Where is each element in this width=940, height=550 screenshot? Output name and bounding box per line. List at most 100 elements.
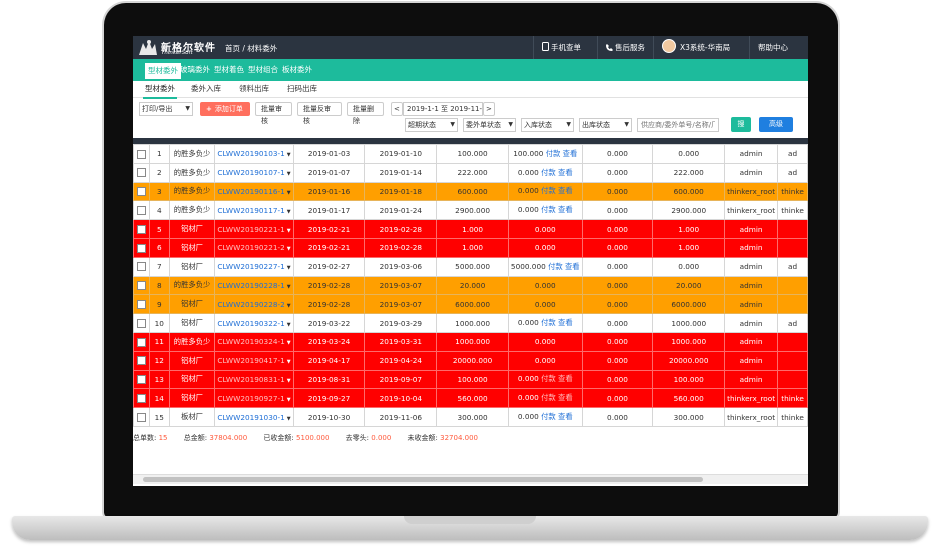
order-code-link[interactable]: CLWW20190228-2 [217,300,284,309]
row-checkbox[interactable] [136,300,146,310]
row-checkbox-cell[interactable] [133,369,150,390]
tab-outsource-list[interactable]: 型材委外 [143,81,177,99]
outsource-status-select[interactable]: 委外单状态 ▼ [463,118,516,132]
row-checkbox[interactable] [136,412,146,422]
pay-link[interactable]: 付款 [548,262,563,271]
batch-audit-button[interactable]: 批量审核 [255,102,292,125]
table-row[interactable]: 11 的胜多负少 CLWW20190324-1 ▼ 2019-03-24 2019-03-… [133,331,808,352]
caret-down-icon[interactable]: ▼ [287,359,291,365]
row-checkbox[interactable] [136,356,146,366]
horizontal-scrollbar[interactable] [133,474,808,484]
order-code-link[interactable]: CLWW20190221-1 [217,225,284,234]
caret-down-icon[interactable]: ▼ [287,152,291,158]
table-row[interactable]: 3 的胜多负少 CLWW20190116-1 ▼ 2019-01-16 2019-01-1… [133,181,808,202]
logo[interactable]: 新格尔软件 ThinkerSoft [135,37,219,58]
tab-material-stockout[interactable]: 领料出库 [237,81,271,97]
order-code-cell[interactable]: CLWW20190228-1 ▼ [214,275,294,296]
pay-link[interactable]: 付款 [546,149,561,158]
search-button[interactable]: 搜 [731,117,751,132]
caret-down-icon[interactable]: ▼ [287,190,291,196]
pay-link[interactable]: 付款 [541,412,556,421]
prev-range-button[interactable]: < [391,102,403,116]
table-row[interactable]: 1 的胜多负少 CLWW20190103-1 ▼ 2019-01-03 2019-01-1… [133,144,808,164]
order-code-cell[interactable]: CLWW20190228-2 ▼ [214,294,294,315]
pay-link[interactable]: 付款 [541,168,556,177]
row-checkbox[interactable] [136,375,146,385]
row-checkbox-cell[interactable] [133,407,150,427]
view-link[interactable]: 查看 [558,205,573,214]
caret-down-icon[interactable]: ▼ [287,303,291,309]
order-code-cell[interactable]: CLWW20190831-1 ▼ [214,369,294,390]
print-export-select[interactable]: 打印/导出 ▼ [139,102,193,116]
order-code-link[interactable]: CLWW20191030-1 [217,413,284,422]
row-checkbox-cell[interactable] [133,294,150,315]
row-checkbox-cell[interactable] [133,219,150,239]
row-checkbox-cell[interactable] [133,162,150,183]
tab-outsource-stockin[interactable]: 委外入库 [189,81,223,97]
advanced-search-button[interactable]: 高级 [759,117,793,132]
order-code-link[interactable]: CLWW20190103-1 [217,149,284,158]
table-row[interactable]: 12 铝材厂 CLWW20190417-1 ▼ 2019-04-17 2019-04-24… [133,350,808,371]
tab-scan-stockout[interactable]: 扫码出库 [285,81,319,97]
pay-link[interactable]: 付款 [541,186,556,195]
order-code-cell[interactable]: CLWW20190322-1 ▼ [214,313,294,333]
table-row[interactable]: 8 的胜多负少 CLWW20190228-1 ▼ 2019-02-28 2019-03-0… [133,275,808,296]
pay-link[interactable]: 付款 [541,374,556,383]
table-row[interactable]: 6 铝材厂 CLWW20190221-2 ▼ 2019-02-21 2019-02-28 1… [133,237,808,258]
tab-glass-outsource[interactable]: 玻璃委外 [177,59,213,81]
order-code-link[interactable]: CLWW20190324-1 [217,337,284,346]
caret-down-icon[interactable]: ▼ [287,265,291,271]
order-code-link[interactable]: CLWW20190116-1 [217,187,284,196]
row-checkbox-cell[interactable] [133,200,150,221]
row-checkbox-cell[interactable] [133,181,150,202]
table-row[interactable]: 7 铝材厂 CLWW20190227-1 ▼ 2019-02-27 2019-03-06 5… [133,256,808,277]
caret-down-icon[interactable]: ▼ [287,322,291,328]
view-link[interactable]: 查看 [558,186,573,195]
table-row[interactable]: 4 的胜多负少 CLWW20190117-1 ▼ 2019-01-17 2019-01-2… [133,200,808,221]
caret-down-icon[interactable]: ▼ [287,378,291,384]
pay-link[interactable]: 付款 [541,393,556,402]
tab-profile-combo[interactable]: 型材组合 [245,59,281,81]
order-code-cell[interactable]: CLWW20190221-1 ▼ [214,219,294,239]
order-code-cell[interactable]: CLWW20190221-2 ▼ [214,237,294,258]
order-code-link[interactable]: CLWW20190117-1 [217,206,284,215]
order-code-cell[interactable]: CLWW20190117-1 ▼ [214,200,294,221]
date-range-input[interactable]: 2019-1-1 至 2019-11-27 [403,102,483,116]
table-row[interactable]: 14 铝材厂 CLWW20190927-1 ▼ 2019-09-27 2019-10-04… [133,388,808,409]
order-code-cell[interactable]: CLWW20190107-1 ▼ [214,162,294,183]
stockout-status-select[interactable]: 出库状态 ▼ [579,118,632,132]
row-checkbox[interactable] [136,224,146,234]
tab-profile-outsource[interactable]: 型材委外 [145,63,181,81]
overdue-status-select[interactable]: 超期状态 ▼ [405,118,458,132]
row-checkbox[interactable] [136,149,146,159]
row-checkbox-cell[interactable] [133,388,150,409]
user-menu[interactable]: X3系统-华南局♥▼ [653,36,749,75]
batch-delete-button[interactable]: 批量删除 [347,102,384,125]
view-link[interactable]: 查看 [565,262,580,271]
row-checkbox-cell[interactable] [133,313,150,333]
after-sales-button[interactable]: 售后服务 [597,36,653,59]
row-checkbox-cell[interactable] [133,331,150,352]
row-checkbox[interactable] [136,168,146,178]
row-checkbox[interactable] [136,206,146,216]
pay-link[interactable]: 付款 [541,318,556,327]
caret-down-icon[interactable]: ▼ [287,209,291,215]
order-code-link[interactable]: CLWW20190831-1 [217,375,284,384]
order-code-link[interactable]: CLWW20190927-1 [217,394,284,403]
order-code-cell[interactable]: CLWW20190927-1 ▼ [214,388,294,409]
caret-down-icon[interactable]: ▼ [287,284,291,290]
tab-board-outsource[interactable]: 板材委外 [279,59,315,81]
order-code-cell[interactable]: CLWW20190227-1 ▼ [214,256,294,277]
table-row[interactable]: 13 铝材厂 CLWW20190831-1 ▼ 2019-08-31 2019-09-07… [133,369,808,390]
row-checkbox[interactable] [136,337,146,347]
view-link[interactable]: 查看 [558,168,573,177]
batch-unaudit-button[interactable]: 批量反审核 [297,102,342,125]
mobile-order-button[interactable]: 手机查单 [533,36,597,59]
order-code-cell[interactable]: CLWW20190116-1 ▼ [214,181,294,202]
caret-down-icon[interactable]: ▼ [287,246,291,252]
table-row[interactable]: 9 铝材厂 CLWW20190228-2 ▼ 2019-02-28 2019-03-07 6… [133,294,808,315]
order-code-link[interactable]: CLWW20190227-1 [217,262,284,271]
tab-profile-coloring[interactable]: 型材着色 [211,59,247,81]
add-order-button[interactable]: + 添加订单 [200,102,250,116]
view-link[interactable]: 查看 [563,149,578,158]
